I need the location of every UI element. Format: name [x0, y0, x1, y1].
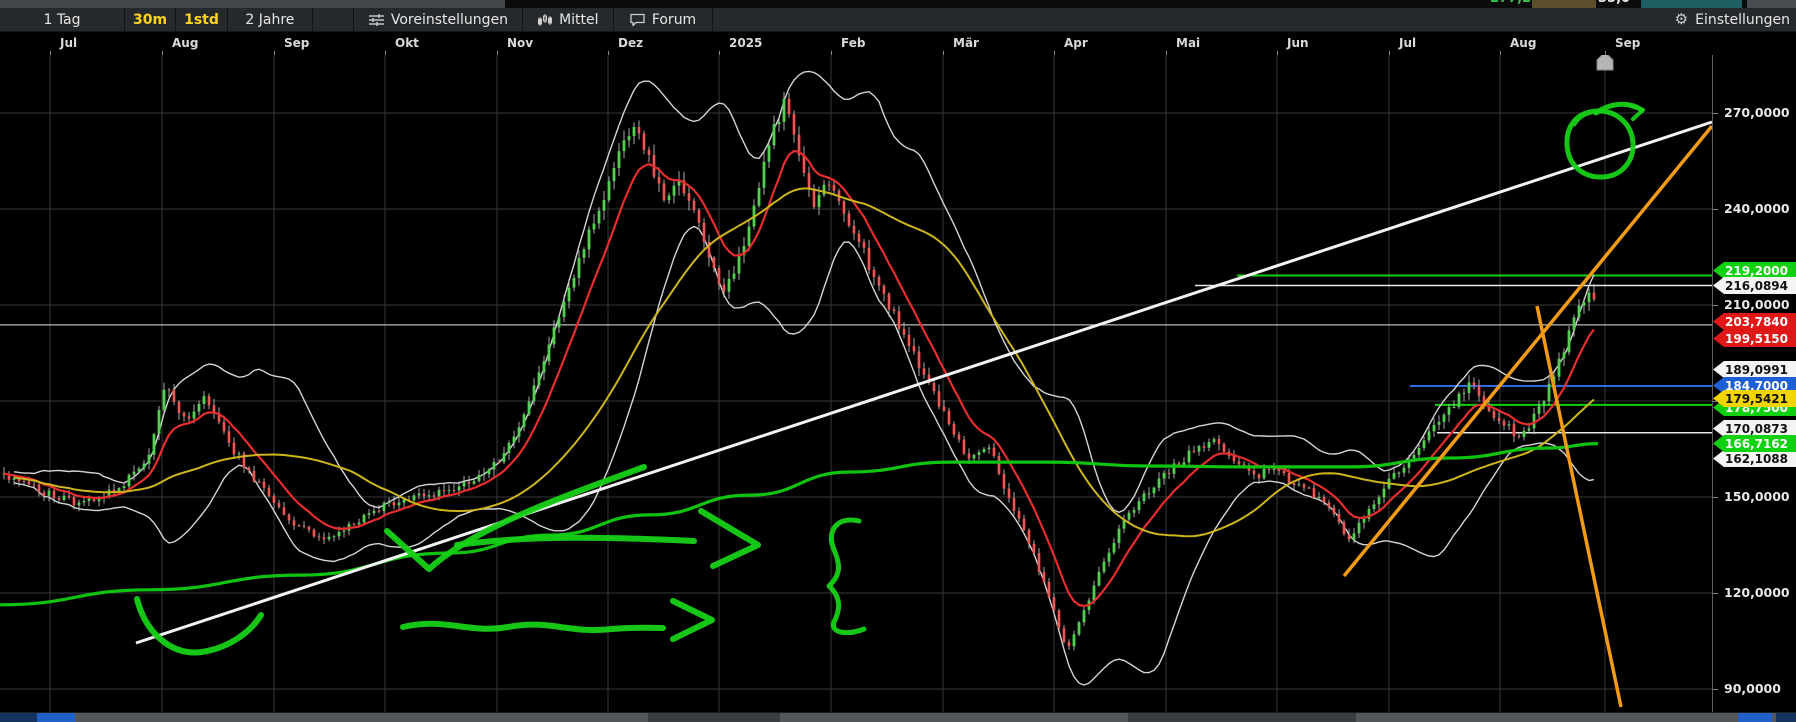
scrollbar-dark-segment-2[interactable] [1128, 713, 1356, 722]
time-axis-tick [274, 51, 275, 55]
hand-drawn-annotations [134, 101, 1645, 656]
scrollbar-dark-segment-1[interactable] [648, 713, 780, 722]
time-axis: Jul Aug Sep Okt Nov Dez 2025 Feb Mär Apr Mai Jun Jul… [0, 31, 1796, 55]
time-axis-tick [943, 51, 944, 55]
price-gridline-label: 270,0000 [1724, 105, 1790, 120]
toolbar-item-label: 1 Tag [43, 11, 81, 28]
time-axis-label-apr: Apr [1064, 36, 1088, 50]
toolbar-item-timeframe-30m[interactable]: 30m [125, 8, 177, 31]
toolbar-item-label: 2 Jahre [245, 11, 295, 28]
price-axis-tick [1713, 209, 1718, 210]
time-axis-label-dez: Dez [618, 36, 644, 50]
settings-button[interactable]: ⚙ Einstellungen [1675, 8, 1790, 31]
time-axis-tick [50, 51, 51, 55]
gear-icon: ⚙ [1674, 10, 1689, 28]
tag-white-189[interactable]: 189,0991 [1713, 361, 1796, 378]
time-axis-label-feb: Feb [841, 36, 866, 50]
chart-scrollbar[interactable] [0, 712, 1796, 722]
annotation-curly-brace [826, 517, 867, 636]
time-axis-label-sep: Sep [1615, 36, 1641, 50]
tag-white-170[interactable]: 170,0873 [1713, 420, 1796, 437]
teal-block [1641, 0, 1742, 8]
top-indicator-strip: 277,2 35,0 [0, 0, 1796, 8]
time-axis-tick [1166, 51, 1167, 55]
price-gridline-label: 210,0000 [1724, 297, 1790, 312]
price-axis-tick [1713, 305, 1718, 306]
price-axis-tick [1713, 113, 1718, 114]
scrollbar-navy-block-right[interactable] [1776, 713, 1796, 722]
toolbar-item-label: 1std [184, 11, 219, 28]
toolbar-item-forum[interactable]: Forum [614, 8, 713, 31]
annotation-arrow-lower-line [400, 620, 666, 634]
indicator-value-green: 277,2 [1490, 0, 1531, 6]
chart-toolbar: 1 Tag 30m 1std 2 Jahre Voreinstellungen Mitte… [0, 8, 1796, 32]
time-axis-tick [831, 51, 832, 55]
toolbar-item-label: Forum [651, 11, 697, 28]
indicator-value-white: 35,0 [1598, 0, 1630, 6]
price-gridline-label: 240,0000 [1724, 201, 1790, 216]
speech-icon [629, 13, 646, 27]
time-axis-label-mai: Mai [1176, 36, 1201, 50]
time-axis-label-mär: Mär [953, 36, 979, 50]
tag-green-219[interactable]: 219,2000 [1713, 262, 1796, 279]
time-axis-tick [385, 51, 386, 55]
time-axis-tick [1054, 51, 1055, 55]
tag-white-162[interactable]: 162,1088 [1713, 450, 1796, 467]
tag-white-216[interactable]: 216,0894 [1713, 277, 1796, 294]
time-axis-label-sep: Sep [284, 36, 310, 50]
price-gridline-label: 120,0000 [1724, 585, 1790, 600]
time-axis-label-aug: Aug [1510, 36, 1537, 50]
time-axis-tick [497, 51, 498, 55]
time-axis-tick [1605, 51, 1606, 55]
time-axis-label-jun: Jun [1287, 36, 1309, 50]
sliders-icon [368, 13, 385, 27]
time-axis-tick [719, 51, 720, 55]
price-axis-tick [1713, 593, 1718, 594]
tag-red-199[interactable]: 199,5150 [1713, 330, 1796, 347]
time-axis-tick [1500, 51, 1501, 55]
annotation-arrow-lower-head [670, 598, 715, 642]
price-axis: 270,0000 240,0000 210,0000 150,0000 120,0000… [1712, 31, 1796, 712]
top-strip-left [0, 0, 505, 8]
tag-red-203[interactable]: 203,7840 [1713, 313, 1796, 330]
candles-icon [537, 13, 553, 27]
scrollbar-navy-block[interactable] [0, 713, 37, 722]
toolbar-item-label: 30m [133, 11, 168, 28]
price-axis-tick [1713, 497, 1718, 498]
olive-block [1532, 0, 1596, 8]
toolbar-item-mittel[interactable]: Mittel [523, 8, 614, 31]
toolbar-item-timeframe-1std[interactable]: 1std [176, 8, 228, 31]
gray-block [1747, 0, 1796, 8]
time-axis-label-aug: Aug [172, 36, 199, 50]
price-gridline-label: 150,0000 [1724, 489, 1790, 504]
time-axis-label-okt: Okt [395, 36, 419, 50]
time-axis-tick [1277, 51, 1278, 55]
time-axis-label-jul: Jul [60, 36, 78, 50]
toolbar-item-voreinstellungen[interactable]: Voreinstellungen [354, 8, 524, 31]
settings-label: Einstellungen [1695, 11, 1790, 28]
tag-green-166[interactable]: 166,7162 [1713, 435, 1796, 452]
price-axis-tick [1713, 401, 1718, 402]
tag-yellow-179[interactable]: 179,5421 [1713, 390, 1796, 407]
annotation-arrow-upper-head [698, 508, 761, 569]
toolbar-item-spacer [313, 8, 354, 31]
time-axis-label-jul: Jul [1399, 36, 1417, 50]
time-axis-tick [608, 51, 609, 55]
time-axis-tick [1389, 51, 1390, 55]
toolbar-item-label: Mittel [559, 11, 599, 28]
price-axis-tick [1713, 689, 1718, 690]
annotation-circle-highlight [1564, 108, 1636, 180]
time-axis-label-2025: 2025 [729, 36, 763, 50]
scrollbar-blue-block-right[interactable] [1738, 713, 1772, 722]
trading-chart-app: 277,2 35,0 1 Tag 30m 1std 2 Jahre Voreinstel… [0, 0, 1796, 722]
price-gridline-label: 90,0000 [1724, 681, 1781, 696]
toolbar-item-range-2jahre[interactable]: 2 Jahre [228, 8, 313, 31]
chart-canvas[interactable] [0, 0, 1796, 722]
toolbar-item-label: Voreinstellungen [390, 11, 509, 28]
annotation-arrow-upper-line [454, 534, 697, 548]
time-axis-label-nov: Nov [507, 36, 534, 50]
toolbar-item-timeframe-1tag[interactable]: 1 Tag [0, 8, 125, 31]
scrollbar-blue-block[interactable] [37, 713, 75, 722]
time-axis-tick [162, 51, 163, 55]
